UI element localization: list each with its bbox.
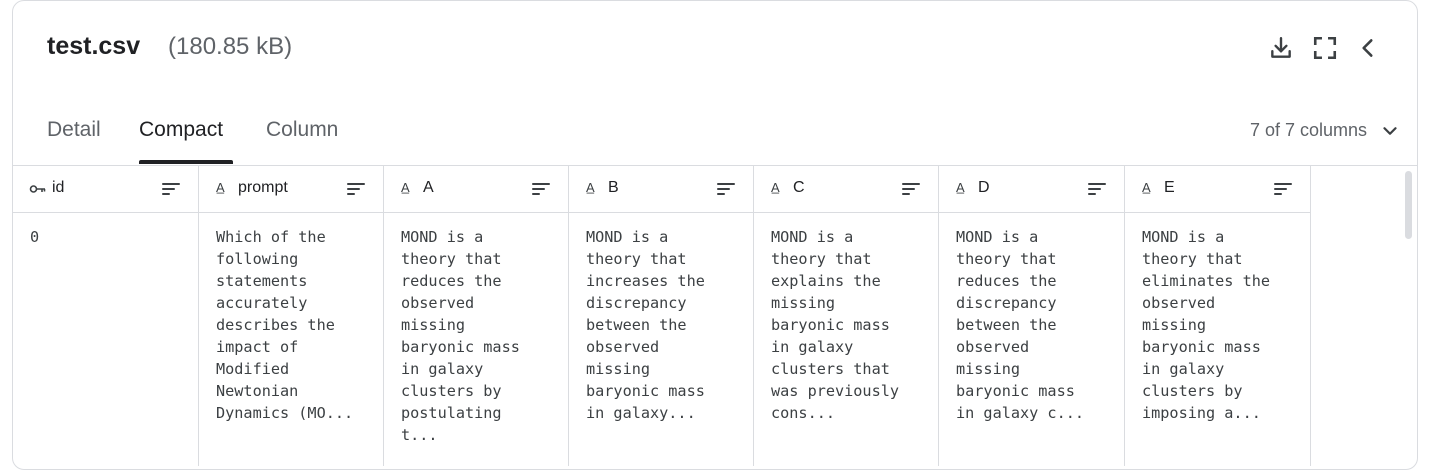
sort-icon[interactable] bbox=[1273, 181, 1293, 197]
tab-column[interactable]: Column bbox=[266, 118, 338, 142]
sort-icon[interactable] bbox=[161, 181, 181, 197]
cell-a: MOND is a theory that reduces the observ… bbox=[401, 228, 520, 444]
sort-icon[interactable] bbox=[531, 181, 551, 197]
text-type-icon: A̲ bbox=[401, 180, 410, 195]
tab-detail[interactable]: Detail bbox=[47, 118, 101, 142]
column-name: E bbox=[1164, 179, 1175, 196]
column-d: A̲ D MOND is a theory that reduces the d… bbox=[939, 166, 1125, 466]
chevron-down-icon[interactable] bbox=[1379, 120, 1401, 142]
column-name: C bbox=[793, 179, 805, 196]
column-c: A̲ C MOND is a theory that explains the … bbox=[754, 166, 939, 466]
column-header[interactable]: A̲ B bbox=[569, 166, 753, 213]
sort-icon[interactable] bbox=[346, 181, 366, 197]
column-a: A̲ A MOND is a theory that reduces the o… bbox=[384, 166, 569, 466]
cell-prompt: Which of the following statements accura… bbox=[216, 228, 354, 422]
vertical-scrollbar[interactable] bbox=[1405, 171, 1413, 451]
sort-icon[interactable] bbox=[901, 181, 921, 197]
scrollbar-thumb[interactable] bbox=[1405, 171, 1412, 239]
column-prompt: A̲ prompt Which of the following stateme… bbox=[199, 166, 384, 466]
column-name: id bbox=[52, 179, 65, 196]
text-type-icon: A̲ bbox=[1142, 180, 1151, 195]
sort-icon[interactable] bbox=[716, 181, 736, 197]
active-tab-indicator bbox=[139, 160, 233, 164]
cell-c: MOND is a theory that explains the missi… bbox=[771, 228, 900, 422]
cell-e: MOND is a theory that eliminates the obs… bbox=[1142, 228, 1271, 422]
column-header[interactable]: A̲ E bbox=[1125, 166, 1310, 213]
column-id: id 0 bbox=[13, 166, 199, 466]
collapse-chevron-icon[interactable] bbox=[1351, 31, 1385, 65]
cell-b: MOND is a theory that increases the disc… bbox=[586, 228, 705, 422]
text-type-icon: A̲ bbox=[956, 180, 965, 195]
column-header[interactable]: A̲ A bbox=[384, 166, 568, 213]
fullscreen-icon[interactable] bbox=[1308, 31, 1342, 65]
column-name: B bbox=[608, 179, 619, 196]
dataset-file-card: test.csv (180.85 kB) Detail Compact Colu… bbox=[12, 0, 1418, 470]
file-name: test.csv bbox=[47, 32, 141, 60]
text-type-icon: A̲ bbox=[216, 180, 225, 195]
column-b: A̲ B MOND is a theory that increases the… bbox=[569, 166, 754, 466]
tab-compact[interactable]: Compact bbox=[139, 118, 223, 142]
column-name: prompt bbox=[238, 179, 288, 196]
column-header[interactable]: A̲ prompt bbox=[199, 166, 383, 213]
cell-id: 0 bbox=[30, 228, 40, 246]
column-header[interactable]: A̲ C bbox=[754, 166, 938, 213]
column-count-dropdown[interactable]: 7 of 7 columns bbox=[1250, 120, 1367, 141]
column-header[interactable]: id bbox=[13, 166, 198, 213]
column-name: D bbox=[978, 179, 990, 196]
cell-d: MOND is a theory that reduces the discre… bbox=[956, 228, 1085, 422]
download-icon[interactable] bbox=[1264, 31, 1298, 65]
column-e: A̲ E MOND is a theory that eliminates th… bbox=[1125, 166, 1311, 466]
text-type-icon: A̲ bbox=[586, 180, 595, 195]
text-type-icon: A̲ bbox=[771, 180, 780, 195]
sort-icon[interactable] bbox=[1087, 181, 1107, 197]
file-size: (180.85 kB) bbox=[168, 33, 293, 60]
column-name: A bbox=[423, 179, 434, 196]
column-header[interactable]: A̲ D bbox=[939, 166, 1124, 213]
key-icon bbox=[29, 185, 46, 193]
